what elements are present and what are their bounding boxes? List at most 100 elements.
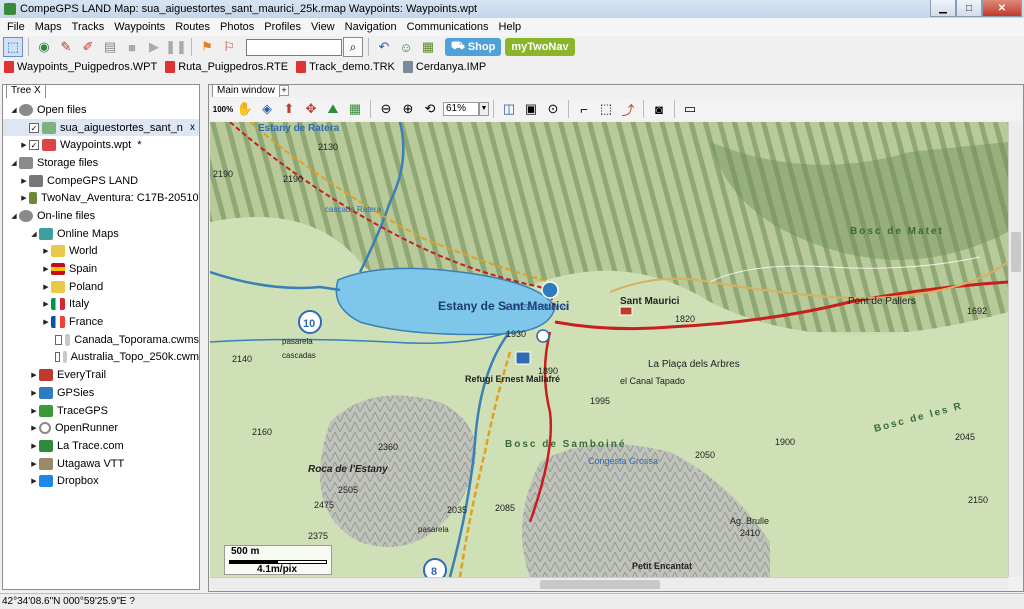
tree-item-compegps-land[interactable]: ▶ CompeGPS LAND [3, 172, 199, 190]
checkbox[interactable]: ✓ [29, 140, 39, 151]
tree-item-italy[interactable]: ▶ Italy [3, 296, 199, 314]
expand-icon[interactable]: ▶ [29, 407, 39, 415]
select-area-icon[interactable]: ⬚ [596, 99, 616, 119]
waypoint-icon[interactable]: ⚑ [197, 37, 217, 57]
expand-icon[interactable]: ▶ [19, 194, 29, 202]
menu-profiles[interactable]: Profiles [259, 21, 306, 33]
tree-tab[interactable]: Tree X [6, 84, 46, 98]
undo-icon[interactable]: ↶ [374, 37, 394, 57]
track-record-icon[interactable]: ✐ [78, 37, 98, 57]
add-tab-button[interactable]: + [279, 85, 289, 96]
checkbox[interactable] [55, 352, 60, 363]
scrollbar-thumb[interactable] [540, 580, 660, 589]
checkbox[interactable]: ✓ [29, 122, 39, 133]
map-vertical-scrollbar[interactable] [1008, 122, 1022, 577]
move-icon[interactable]: ✥ [301, 99, 321, 119]
checkbox[interactable] [55, 334, 62, 345]
shop-button[interactable]: ⛟ Shop [445, 38, 502, 56]
select-tool-icon[interactable]: ⬚ [3, 37, 23, 57]
tree-item-storage-files[interactable]: ◢ Storage files [3, 154, 199, 172]
terrain-icon[interactable]: ⛰ [323, 99, 343, 119]
expand-icon[interactable]: ▶ [41, 283, 51, 291]
pan-hand-icon[interactable]: ✋ [235, 99, 255, 119]
expand-icon[interactable]: ▶ [29, 460, 39, 468]
tree-tab-close[interactable]: X [34, 85, 41, 96]
search-input[interactable] [246, 38, 342, 56]
expand-icon[interactable]: ▶ [41, 300, 51, 308]
play-icon[interactable]: ▶ [144, 37, 164, 57]
minimize-button[interactable]: ▁ [930, 0, 956, 17]
expand-icon[interactable]: ▶ [19, 177, 29, 185]
route-icon[interactable]: ⚐ [219, 37, 239, 57]
expand-icon[interactable]: ▶ [29, 477, 39, 485]
tree-item-tracegps[interactable]: ▶ TraceGPS [3, 402, 199, 420]
layers-icon[interactable]: ◫ [499, 99, 519, 119]
collapse-icon[interactable]: ◢ [9, 106, 19, 114]
open-map-icon[interactable]: ◉ [34, 37, 54, 57]
scrollbar-thumb[interactable] [1011, 232, 1021, 272]
window-icon[interactable]: ▭ [680, 99, 700, 119]
tree-item-online-files[interactable]: ◢ On-line files [3, 207, 199, 225]
menu-tracks[interactable]: Tracks [67, 21, 110, 33]
map-tiles-icon[interactable]: ▦ [418, 37, 438, 57]
menu-maps[interactable]: Maps [30, 21, 67, 33]
menu-communications[interactable]: Communications [402, 21, 494, 33]
zoom-dropdown-icon[interactable]: ▼ [479, 102, 489, 116]
tree-item-openrunner[interactable]: ▶ OpenRunner [3, 419, 199, 437]
menu-file[interactable]: File [2, 21, 30, 33]
expand-icon[interactable]: ▶ [19, 141, 29, 149]
expand-icon[interactable]: ▶ [41, 247, 51, 255]
file-tab[interactable]: Cerdanya.IMP [402, 61, 486, 73]
zoom-out-icon[interactable]: ⊖ [376, 99, 396, 119]
map-horizontal-scrollbar[interactable] [210, 577, 1008, 590]
zoom-100-icon[interactable]: 100% [213, 99, 233, 119]
tree-item-waypoints[interactable]: ▶ ✓ Waypoints.wpt * [3, 136, 199, 154]
mytwonav-button[interactable]: myTwoNav [505, 38, 575, 56]
tree-item-map-file[interactable]: ✓ sua_aiguestortes_sant_n x [3, 118, 199, 137]
expand-icon[interactable]: ▶ [41, 318, 51, 326]
maximize-button[interactable]: □ [956, 0, 982, 17]
track-icon[interactable]: ✎ [56, 37, 76, 57]
zoom-in-icon[interactable]: ⊕ [398, 99, 418, 119]
tree-item-open-files[interactable]: ◢ Open files [3, 101, 199, 119]
north-arrow-icon[interactable]: ⬆ [279, 99, 299, 119]
collapse-icon[interactable]: ◢ [9, 212, 19, 220]
menu-view[interactable]: View [306, 21, 340, 33]
tree-item-everytrail[interactable]: ▶ EveryTrail [3, 366, 199, 384]
expand-icon[interactable]: ▶ [29, 389, 39, 397]
profile-icon[interactable]: ▤ [100, 37, 120, 57]
tree-item-poland[interactable]: ▶ Poland [3, 278, 199, 296]
draw-route-icon[interactable]: ⤴ [618, 99, 638, 119]
tree-item-dropbox[interactable]: ▶ Dropbox [3, 472, 199, 490]
tree-item-latrace[interactable]: ▶ La Trace.com [3, 437, 199, 455]
tree-item-gpsies[interactable]: ▶ GPSies [3, 384, 199, 402]
menu-photos[interactable]: Photos [215, 21, 259, 33]
tree-item-utagawa[interactable]: ▶ Utagawa VTT [3, 455, 199, 473]
map-canvas[interactable]: Estany de Sant Maurici Estany de Ratera … [210, 122, 1008, 577]
tree-item-canada-toporama[interactable]: Canada_Toporama.cwms [3, 331, 199, 349]
zoom-level-field[interactable]: 61% [443, 102, 479, 116]
zoom-fit-icon[interactable]: ⟲ [420, 99, 440, 119]
main-window-tab[interactable]: Main window [212, 84, 280, 97]
menu-navigation[interactable]: Navigation [340, 21, 402, 33]
expand-icon[interactable]: ▶ [29, 371, 39, 379]
expand-icon[interactable]: ▶ [41, 265, 51, 273]
file-tab[interactable]: Track_demo.TRK [296, 61, 395, 73]
search-icon[interactable]: ⌕ [343, 37, 363, 57]
locate-icon[interactable]: ⊙ [543, 99, 563, 119]
tree-item-twonav-device[interactable]: ▶ TwoNav_Aventura: C17B-20510 [3, 189, 199, 207]
close-button[interactable]: ✕ [982, 0, 1022, 17]
file-tab[interactable]: Waypoints_Puigpedros.WPT [4, 61, 157, 73]
collapse-icon[interactable]: ◢ [29, 230, 39, 238]
photo-icon[interactable]: ◙ [649, 99, 669, 119]
topographic-map[interactable]: Estany de Sant Maurici Estany de Ratera … [210, 122, 1008, 577]
grid-icon[interactable]: ▦ [345, 99, 365, 119]
stop-icon[interactable]: ■ [122, 37, 142, 57]
file-tab[interactable]: Ruta_Puigpedros.RTE [165, 61, 288, 73]
user-icon[interactable]: ☺ [396, 37, 416, 57]
map-view-icon[interactable]: ▣ [521, 99, 541, 119]
collapse-icon[interactable]: ◢ [9, 159, 19, 167]
close-file-icon[interactable]: x [190, 122, 199, 133]
expand-icon[interactable]: ▶ [29, 424, 39, 432]
tree-item-online-maps[interactable]: ◢ Online Maps [3, 225, 199, 243]
